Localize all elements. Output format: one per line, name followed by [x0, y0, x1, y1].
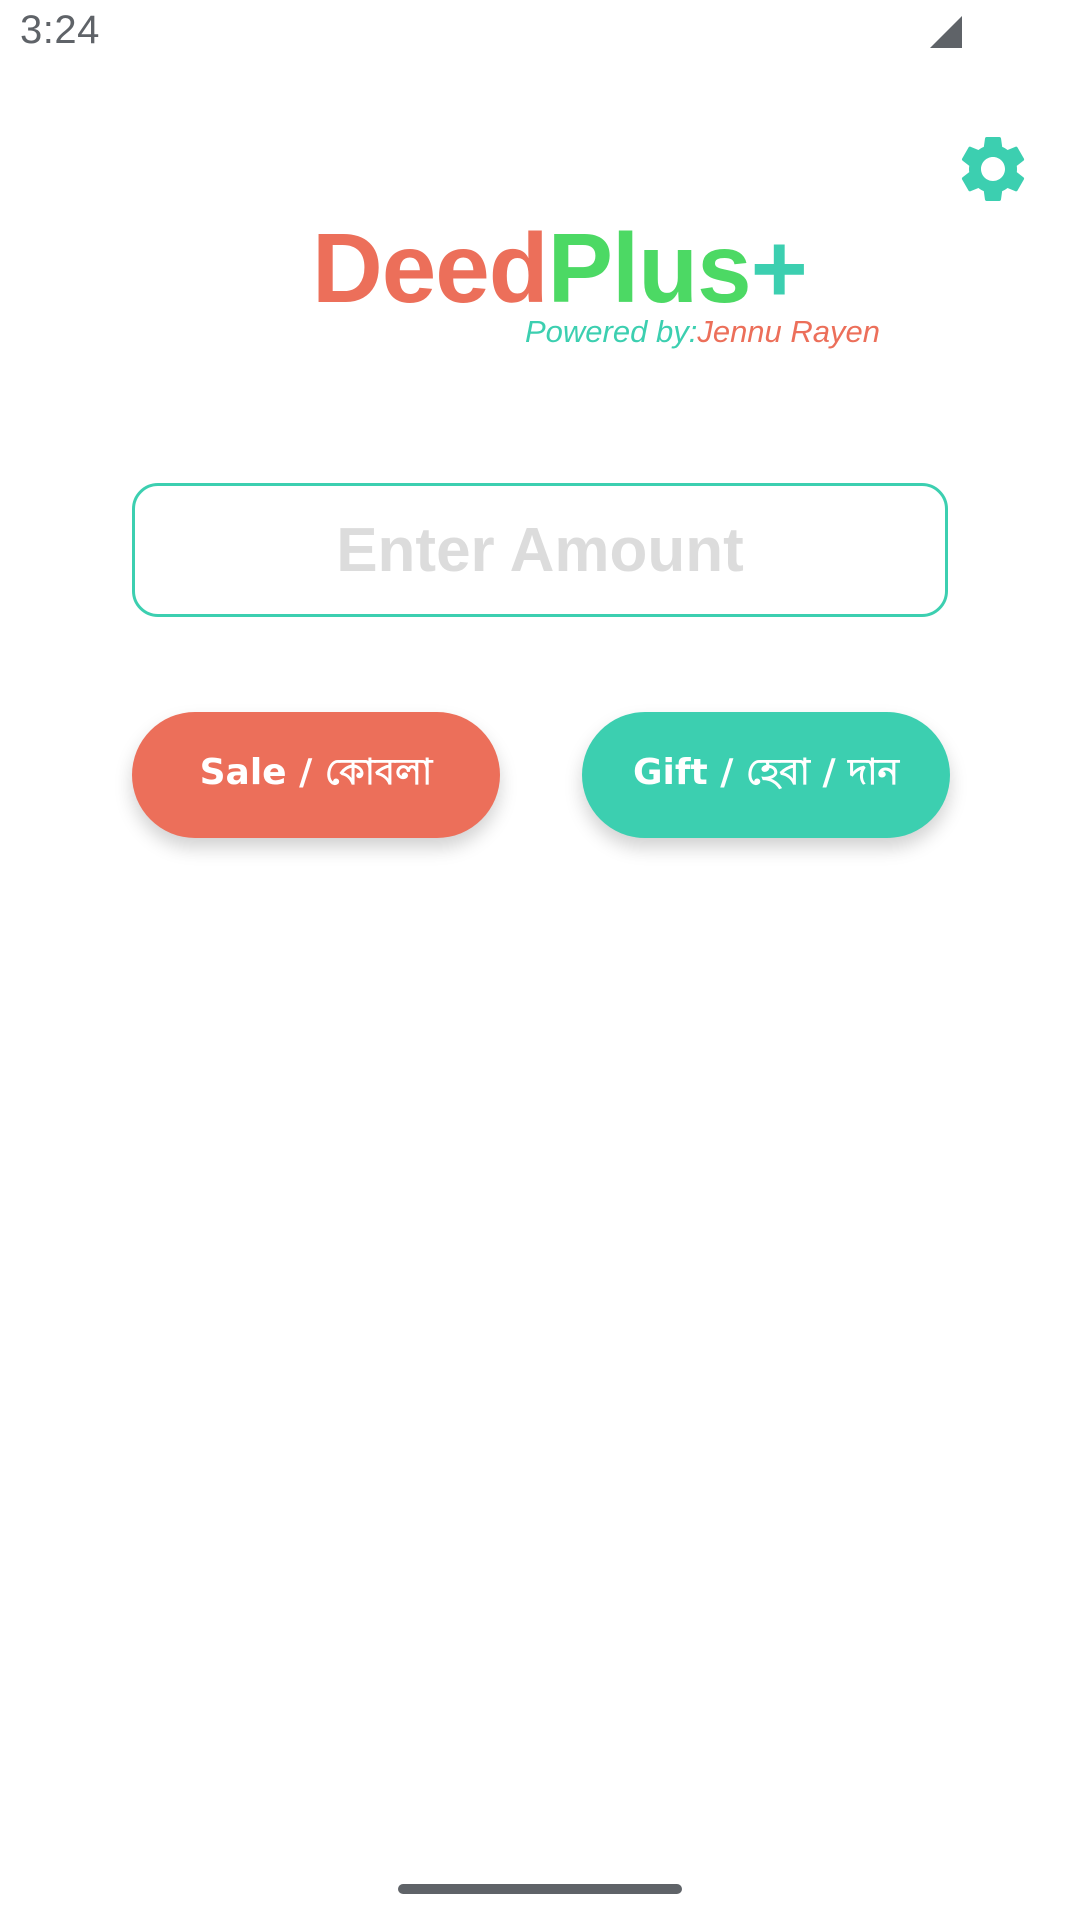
sale-button[interactable]: Sale / কোবলা: [132, 712, 500, 838]
gift-button[interactable]: Gift / হেবা / দান: [582, 712, 950, 838]
powered-by-label: Powered by:: [525, 314, 698, 349]
logo-plus-text: Plus: [547, 213, 752, 323]
amount-field-container: [132, 483, 948, 617]
status-time: 3:24: [20, 8, 100, 52]
settings-button[interactable]: [950, 126, 1036, 212]
logo-plus-sign: +: [750, 213, 808, 323]
gear-icon: [961, 137, 1025, 201]
powered-by-name: Jennu Rayen: [697, 314, 881, 349]
app-logo: DeedPlus+: [312, 208, 808, 328]
home-indicator[interactable]: [398, 1884, 682, 1894]
logo-deed-text: Deed: [312, 213, 549, 323]
cellular-signal-icon: [930, 16, 962, 48]
powered-by: Powered by:Jennu Rayen: [525, 312, 880, 352]
app-screen: 3:24 DeedPlus+ Powered by:Jennu Rayen Sa…: [0, 0, 1080, 1920]
amount-input[interactable]: [135, 486, 945, 614]
